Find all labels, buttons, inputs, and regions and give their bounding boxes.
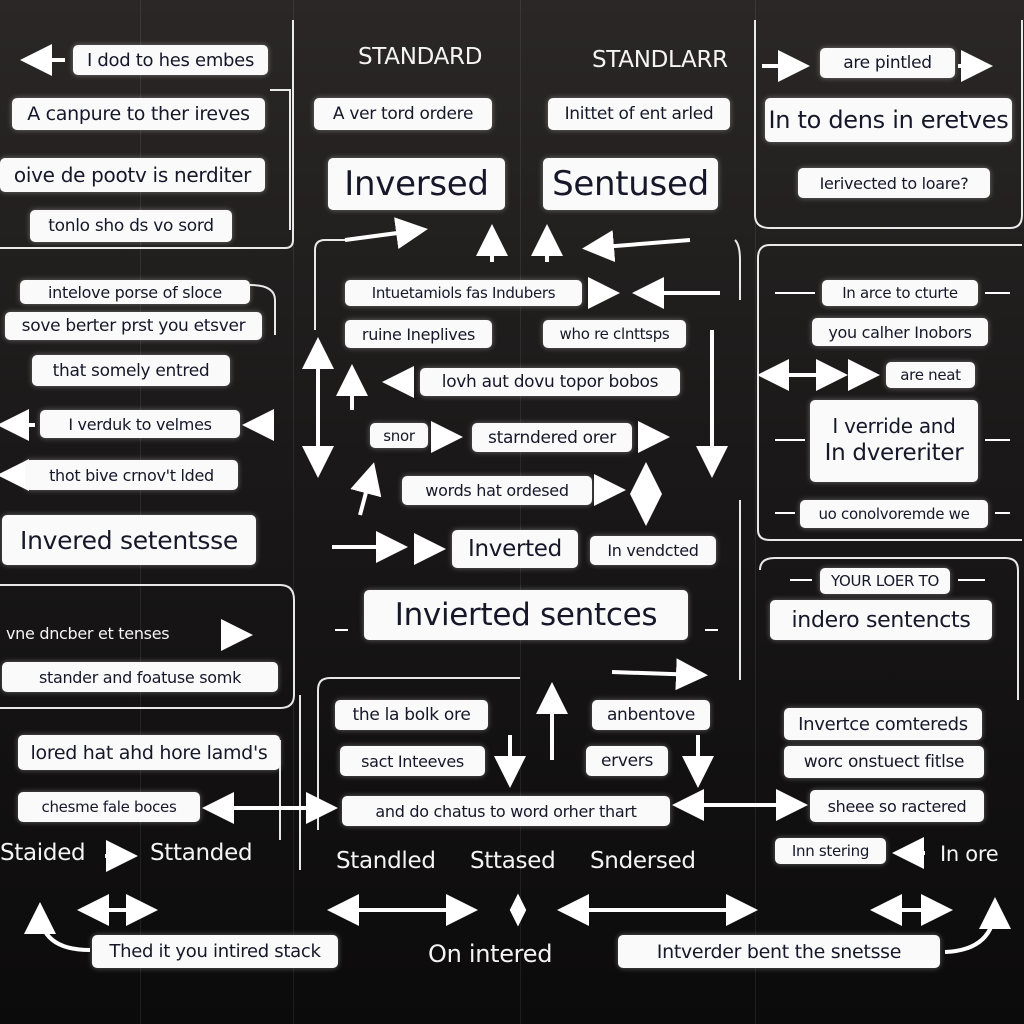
title-box: Invered setentsse	[2, 515, 256, 565]
label-box: A canpure to ther ireves	[12, 98, 265, 130]
label-box: ruine Ineplives	[345, 320, 492, 348]
label-box: sact Inteeves	[340, 746, 485, 776]
panel-border	[270, 89, 291, 230]
label-box: snor	[370, 423, 428, 448]
label-box: In arce to cturte	[822, 280, 978, 306]
label-box: Thed it you intired stack	[92, 935, 338, 968]
panel-border	[734, 239, 741, 300]
label-text: vne dncber et tenses	[6, 624, 170, 643]
title-box: Sentused	[543, 158, 718, 210]
label-box: worc onstuect fitlse	[784, 746, 984, 778]
label-text: Standled	[336, 848, 436, 874]
label-box: ervers	[586, 746, 668, 776]
label-box: sove berter prst you etsver	[5, 312, 262, 340]
label-box: lovh aut dovu topor bobos	[420, 368, 680, 396]
label-box: In to dens in eretves	[765, 98, 1012, 142]
label-box: are pintled	[820, 48, 955, 78]
arrow-right-icon	[344, 217, 428, 250]
label-text: In ore	[940, 842, 999, 866]
label-text: On intered	[428, 940, 553, 968]
label-box: anbentove	[592, 700, 710, 730]
label-box: that somely entred	[32, 355, 230, 386]
label-box: who re clnttsps	[543, 320, 686, 348]
label-box: In vendcted	[590, 536, 716, 565]
label-box: you calher Inobors	[812, 318, 988, 346]
label-box: intelove porse of sloce	[20, 280, 250, 304]
label-box: chesme fale boces	[18, 792, 200, 822]
header-text: STANDARD	[358, 44, 483, 70]
title-box: Invierted sentces	[364, 590, 688, 640]
label-box: Ierivected to loare?	[798, 168, 990, 198]
label-box: Inittet of ent arled	[548, 98, 730, 130]
label-text: Sttanded	[150, 840, 253, 866]
title-line: In dvereriter	[824, 440, 964, 467]
curved-arrow-icon	[944, 897, 1011, 954]
label-box: lored hat ahd hore lamd's	[18, 735, 280, 770]
label-box: sheee so ractered	[810, 790, 984, 822]
label-text: Sttased	[470, 848, 556, 874]
label-box: uo conolvoremde we	[800, 500, 988, 528]
curved-arrow-icon	[24, 902, 91, 952]
title-box: I verride and In dvereriter	[810, 400, 978, 482]
label-box: the la bolk ore	[335, 700, 488, 730]
label-box: oive de pootv is nerditer	[0, 158, 265, 192]
label-box: Invertce comtereds	[784, 708, 982, 740]
arrow-left-icon	[582, 230, 691, 263]
label-box: A ver tord ordere	[314, 98, 492, 130]
label-text: Sndersed	[590, 848, 696, 874]
label-text: Staided	[0, 840, 86, 866]
label-box: YOUR LOER TO	[820, 568, 950, 594]
label-box: starndered orer	[472, 423, 632, 452]
arrow-right-icon	[611, 658, 708, 691]
title-box: Inversed	[328, 158, 505, 210]
label-box: I verduk to velmes	[40, 410, 240, 438]
label-box: are neat	[886, 362, 975, 388]
arrow-up-icon	[350, 462, 382, 516]
header-text: STANDLARR	[592, 47, 728, 73]
title-line: I verride and	[832, 414, 956, 439]
label-box: I dod to hes embes	[73, 45, 268, 75]
label-box: stander and foatuse somk	[2, 662, 278, 692]
label-box: Intuetamiols fas Indubers	[345, 280, 582, 306]
label-box: indero sentencts	[770, 600, 992, 640]
label-box: thot bive crnov't lded	[25, 460, 238, 490]
diamond-icon	[509, 893, 527, 927]
label-box: tonlo sho ds vo sord	[30, 210, 232, 242]
label-box: words hat ordesed	[402, 476, 592, 505]
label-box: and do chatus to word orher thart	[342, 796, 670, 826]
label-box: Inn stering	[775, 838, 886, 864]
label-box: Intverder bent the snetsse	[618, 935, 940, 968]
label-box: Inverted	[452, 530, 578, 568]
